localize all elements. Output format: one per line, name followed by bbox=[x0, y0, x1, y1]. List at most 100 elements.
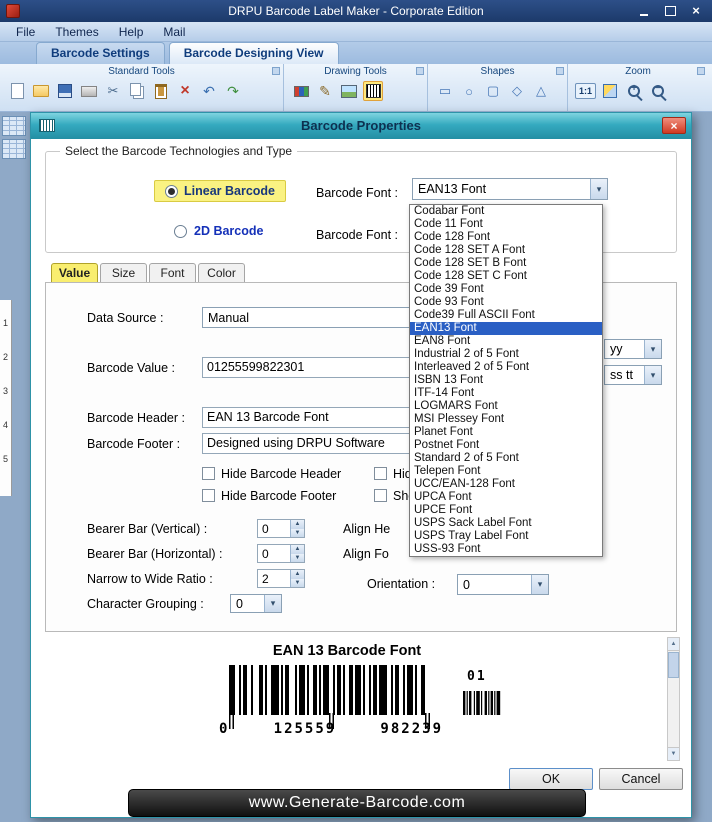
dropdown-arrow-icon[interactable] bbox=[531, 575, 548, 594]
new-document-icon[interactable] bbox=[7, 81, 27, 101]
hide-footer-checkbox[interactable] bbox=[202, 489, 215, 502]
font-option[interactable]: MSI Plessey Font bbox=[410, 413, 602, 426]
barcode-header-input[interactable]: EAN 13 Barcode Font bbox=[202, 407, 432, 428]
zoom-fit-icon[interactable] bbox=[600, 81, 620, 101]
font-option[interactable]: Code 11 Font bbox=[410, 218, 602, 231]
cancel-button[interactable]: Cancel bbox=[599, 768, 683, 790]
dialog-close-button[interactable] bbox=[662, 117, 686, 134]
scroll-down-icon[interactable] bbox=[668, 747, 679, 760]
copy-icon[interactable] bbox=[127, 81, 147, 101]
diamond-shape-icon[interactable]: ◇ bbox=[507, 81, 527, 101]
font-option[interactable]: Postnet Font bbox=[410, 439, 602, 452]
font-option[interactable]: UCC/EAN-128 Font bbox=[410, 478, 602, 491]
char-grouping-combobox[interactable]: 0 bbox=[230, 594, 282, 613]
preview-scrollbar[interactable] bbox=[667, 637, 680, 761]
group-expand-icon[interactable] bbox=[416, 67, 424, 75]
paste-icon[interactable] bbox=[151, 81, 171, 101]
menu-item[interactable]: Themes bbox=[47, 24, 106, 40]
property-tab[interactable]: Font bbox=[149, 263, 196, 283]
save-icon[interactable] bbox=[55, 81, 75, 101]
rectangle-shape-icon[interactable]: ▭ bbox=[435, 81, 455, 101]
stepper-arrows-icon[interactable] bbox=[290, 520, 304, 537]
zoom-in-icon[interactable] bbox=[624, 81, 644, 101]
dropdown-arrow-icon[interactable] bbox=[590, 179, 607, 199]
view-tab[interactable]: Barcode Settings bbox=[36, 42, 165, 64]
font-option[interactable]: Interleaved 2 of 5 Font bbox=[410, 361, 602, 374]
barcode-footer-input[interactable]: Designed using DRPU Software bbox=[202, 433, 432, 454]
barcode-tool-icon[interactable] bbox=[363, 81, 383, 101]
font-option[interactable]: Telepen Font bbox=[410, 465, 602, 478]
triangle-shape-icon[interactable]: △ bbox=[531, 81, 551, 101]
scroll-up-icon[interactable] bbox=[668, 638, 679, 651]
font-option[interactable]: UPCA Font bbox=[410, 491, 602, 504]
font-option[interactable]: Standard 2 of 5 Font bbox=[410, 452, 602, 465]
stepper-arrows-icon[interactable] bbox=[290, 570, 304, 587]
font-option[interactable]: USPS Tray Label Font bbox=[410, 530, 602, 543]
stepper-arrows-icon[interactable] bbox=[290, 545, 304, 562]
dropdown-arrow-icon[interactable] bbox=[644, 340, 661, 358]
font-option[interactable]: Planet Font bbox=[410, 426, 602, 439]
undo-icon[interactable] bbox=[199, 81, 219, 101]
date-format-combobox-partial[interactable]: yy bbox=[604, 339, 662, 359]
hide-value-checkbox[interactable] bbox=[374, 467, 387, 480]
font-option[interactable]: EAN8 Font bbox=[410, 335, 602, 348]
table-tool-icon[interactable] bbox=[2, 139, 26, 159]
font-option[interactable]: Industrial 2 of 5 Font bbox=[410, 348, 602, 361]
maximize-button[interactable] bbox=[662, 3, 678, 18]
bearer-vertical-stepper[interactable]: 0 bbox=[257, 519, 305, 538]
view-tab[interactable]: Barcode Designing View bbox=[168, 42, 339, 64]
data-source-combobox[interactable]: Manual bbox=[202, 307, 432, 328]
font-option[interactable]: USPS Sack Label Font bbox=[410, 517, 602, 530]
open-folder-icon[interactable] bbox=[31, 81, 51, 101]
ellipse-shape-icon[interactable]: ○ bbox=[459, 81, 479, 101]
font-option[interactable]: EAN13 Font bbox=[410, 322, 602, 335]
font-option[interactable]: Code 128 SET C Font bbox=[410, 270, 602, 283]
group-expand-icon[interactable] bbox=[272, 67, 280, 75]
font-option[interactable]: Code 93 Font bbox=[410, 296, 602, 309]
font-option[interactable]: ITF-14 Font bbox=[410, 387, 602, 400]
close-button[interactable] bbox=[688, 3, 704, 18]
font-option[interactable]: ISBN 13 Font bbox=[410, 374, 602, 387]
narrow-wide-stepper[interactable]: 2 bbox=[257, 569, 305, 588]
group-expand-icon[interactable] bbox=[697, 67, 705, 75]
bearer-horizontal-stepper[interactable]: 0 bbox=[257, 544, 305, 563]
grid-tool-icon[interactable] bbox=[2, 116, 26, 136]
menu-item[interactable]: Help bbox=[111, 24, 152, 40]
font-option[interactable]: LOGMARS Font bbox=[410, 400, 602, 413]
barcode-value-input[interactable]: 01255599822301 bbox=[202, 357, 432, 378]
font-option[interactable]: Code 128 SET B Font bbox=[410, 257, 602, 270]
font-option[interactable]: Codabar Font bbox=[410, 205, 602, 218]
scrollbar-thumb[interactable] bbox=[668, 652, 679, 678]
linear-barcode-radio[interactable] bbox=[165, 184, 178, 198]
show-value-checkbox[interactable] bbox=[374, 489, 387, 502]
cut-icon[interactable] bbox=[103, 81, 123, 101]
property-tab[interactable]: Value bbox=[51, 263, 98, 283]
dropdown-arrow-icon[interactable] bbox=[644, 366, 661, 384]
fill-color-icon[interactable] bbox=[291, 81, 311, 101]
insert-image-icon[interactable] bbox=[339, 81, 359, 101]
ok-button[interactable]: OK bbox=[509, 768, 593, 790]
property-tab[interactable]: Size bbox=[100, 263, 147, 283]
rounded-rectangle-shape-icon[interactable]: ▢ bbox=[483, 81, 503, 101]
hide-header-checkbox[interactable] bbox=[202, 467, 215, 480]
property-tab[interactable]: Color bbox=[198, 263, 245, 283]
zoom-out-icon[interactable] bbox=[648, 81, 668, 101]
time-format-combobox-partial[interactable]: ss tt bbox=[604, 365, 662, 385]
zoom-ratio-icon[interactable]: 1:1 bbox=[575, 83, 597, 99]
orientation-combobox[interactable]: 0 bbox=[457, 574, 549, 595]
font-option[interactable]: Code 128 Font bbox=[410, 231, 602, 244]
redo-icon[interactable] bbox=[223, 81, 243, 101]
font-option[interactable]: Code39 Full ASCII Font bbox=[410, 309, 602, 322]
group-expand-icon[interactable] bbox=[556, 67, 564, 75]
2d-barcode-option[interactable]: 2D Barcode bbox=[174, 224, 263, 238]
linear-barcode-option[interactable]: Linear Barcode bbox=[154, 180, 287, 202]
font-option[interactable]: Code 128 SET A Font bbox=[410, 244, 602, 257]
menu-item[interactable]: File bbox=[8, 24, 43, 40]
delete-icon[interactable] bbox=[175, 81, 195, 101]
dropdown-arrow-icon[interactable] bbox=[264, 595, 281, 612]
print-icon[interactable] bbox=[79, 81, 99, 101]
font-option[interactable]: UPCE Font bbox=[410, 504, 602, 517]
minimize-button[interactable] bbox=[636, 3, 652, 18]
barcode-font-combobox[interactable]: EAN13 Font bbox=[412, 178, 608, 200]
menu-item[interactable]: Mail bbox=[155, 24, 193, 40]
